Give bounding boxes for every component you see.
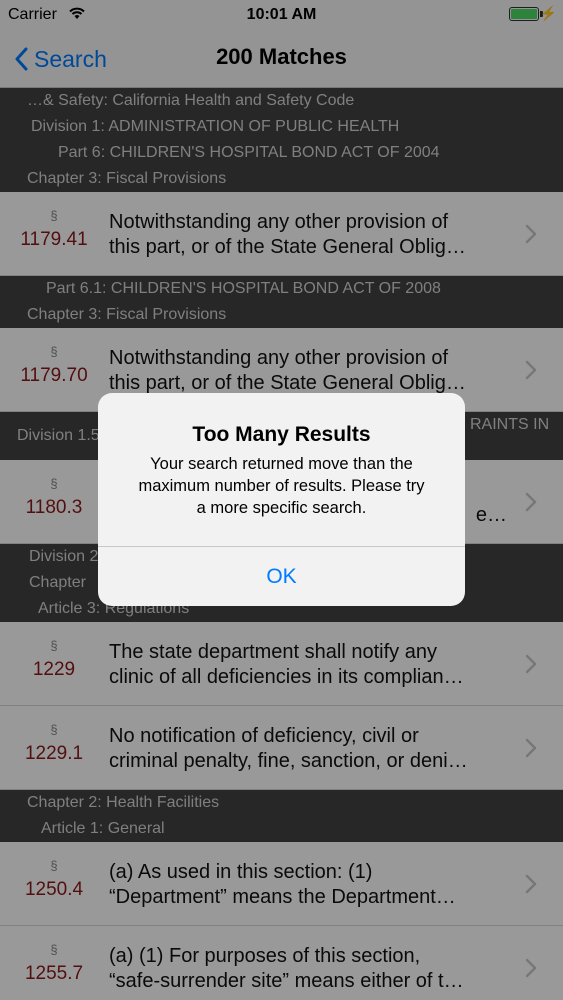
alert-message-line: a more specific search.	[196, 499, 367, 517]
ok-button[interactable]: OK	[98, 547, 465, 606]
alert-message-line: Your search returned move than the	[150, 455, 413, 473]
app-screen: Carrier 10:01 AM ⚡ Search 200 Matches …&…	[0, 0, 563, 1000]
alert-message-line: maximum number of results. Please try	[138, 477, 425, 495]
alert-dialog: Too Many Results Your search returned mo…	[98, 393, 465, 606]
alert-message: Your search returned move than the maxim…	[118, 453, 445, 519]
alert-title: Too Many Results	[192, 423, 371, 446]
